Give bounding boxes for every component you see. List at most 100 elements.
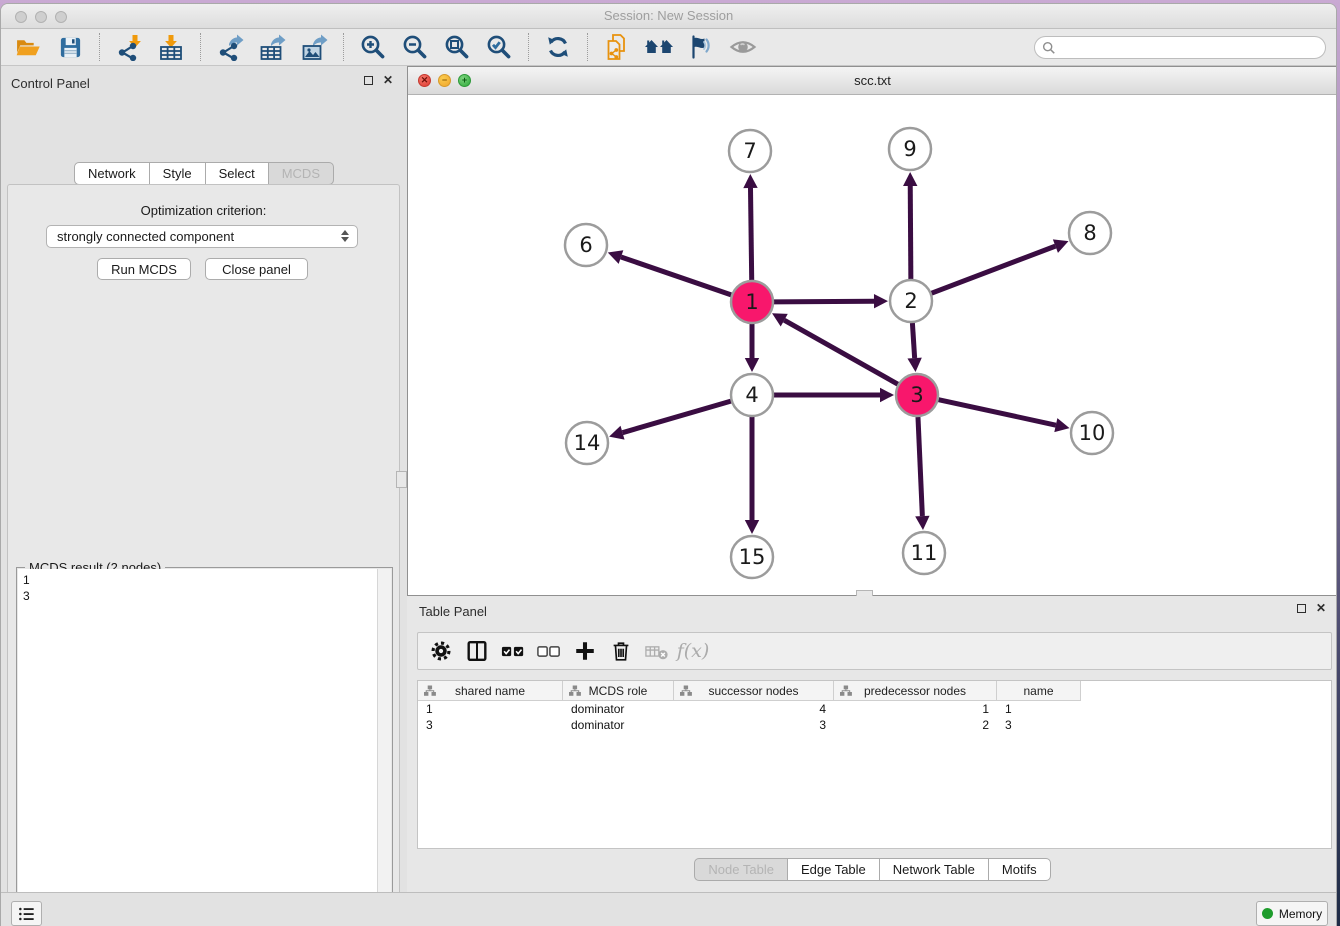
select-stepper-icon	[341, 230, 349, 242]
task-history-button[interactable]	[11, 901, 42, 926]
close-table-panel-icon[interactable]: ✕	[1316, 603, 1326, 613]
table-header-row: shared name MCDS role successor nodes pr…	[418, 681, 1331, 701]
column-type-icon	[840, 685, 852, 697]
graph-node-label: 9	[903, 137, 916, 161]
cell-successor-nodes[interactable]: 3	[674, 717, 834, 733]
float-panel-icon[interactable]	[364, 76, 373, 85]
mcds-result-box: MCDS result (2 nodes) 1 3	[16, 567, 393, 926]
toggle-graphics-details-icon[interactable]	[684, 31, 718, 63]
graph-edge[interactable]	[912, 323, 914, 358]
control-panel-title: Control Panel	[11, 76, 90, 91]
toolbar-separator	[99, 33, 100, 61]
result-scrollbar[interactable]	[377, 569, 391, 926]
save-session-icon[interactable]	[53, 31, 87, 63]
import-network-icon[interactable]	[112, 31, 146, 63]
column-type-icon	[680, 685, 692, 697]
graph-edge[interactable]	[918, 417, 922, 516]
unselect-all-columns-icon[interactable]	[534, 636, 564, 666]
search-input[interactable]	[1056, 39, 1325, 57]
close-panel-icon[interactable]: ✕	[383, 75, 393, 85]
tab-motifs[interactable]: Motifs	[988, 858, 1051, 881]
open-session-icon[interactable]	[11, 31, 45, 63]
tab-mcds[interactable]: MCDS	[268, 162, 334, 185]
graph-edge[interactable]	[784, 320, 898, 384]
graph-node-label: 2	[904, 289, 917, 313]
graph-edge[interactable]	[938, 400, 1055, 425]
memory-button[interactable]: Memory	[1256, 901, 1328, 926]
criterion-select[interactable]: strongly connected component	[46, 225, 358, 248]
toolbar-separator	[200, 33, 201, 61]
graph-edge[interactable]	[623, 401, 731, 433]
cell-name[interactable]: 3	[997, 717, 1081, 733]
cyndex-home-icon[interactable]	[642, 31, 676, 63]
criterion-value: strongly connected component	[57, 229, 234, 244]
graph-edge-arrowhead	[874, 294, 888, 308]
open-network-from-ndex-icon[interactable]	[600, 31, 634, 63]
table-row[interactable]: 3 dominator 3 2 3	[418, 717, 1331, 733]
cell-name[interactable]: 1	[997, 701, 1081, 717]
cell-mcds-role[interactable]: dominator	[563, 701, 674, 717]
zoom-fit-icon[interactable]	[440, 31, 474, 63]
column-layout-icon[interactable]	[462, 636, 492, 666]
export-table-icon[interactable]	[255, 31, 289, 63]
column-header-name[interactable]: name	[997, 681, 1081, 701]
tab-network[interactable]: Network	[74, 162, 150, 185]
table-panel-title: Table Panel	[419, 604, 487, 619]
cell-predecessor-nodes[interactable]: 1	[834, 701, 997, 717]
graph-edge[interactable]	[774, 301, 874, 302]
status-bar: Memory	[1, 892, 1336, 926]
select-all-columns-icon[interactable]	[498, 636, 528, 666]
close-panel-button[interactable]: Close panel	[205, 258, 308, 280]
network-title: scc.txt	[408, 73, 1337, 88]
graph-edge[interactable]	[910, 186, 911, 279]
tab-edge-table[interactable]: Edge Table	[787, 858, 880, 881]
import-table-icon[interactable]	[154, 31, 188, 63]
graph-edge[interactable]	[750, 188, 751, 280]
cell-predecessor-nodes[interactable]: 2	[834, 717, 997, 733]
toolbar-separator	[343, 33, 344, 61]
refresh-icon[interactable]	[541, 31, 575, 63]
cell-mcds-role[interactable]: dominator	[563, 717, 674, 733]
network-graph[interactable]: 7968124314101511	[408, 95, 1337, 595]
graph-edge-arrowhead	[903, 172, 917, 186]
create-column-icon[interactable]	[570, 636, 600, 666]
tab-network-table[interactable]: Network Table	[879, 858, 989, 881]
column-header-successor-nodes[interactable]: successor nodes	[674, 681, 834, 701]
graph-edge[interactable]	[621, 257, 731, 295]
search-box[interactable]	[1034, 36, 1326, 59]
float-table-panel-icon[interactable]	[1297, 604, 1306, 613]
graph-edge-arrowhead	[1054, 418, 1069, 432]
column-header-mcds-role[interactable]: MCDS role	[563, 681, 674, 701]
graph-edge[interactable]	[932, 246, 1056, 293]
cell-shared-name[interactable]: 1	[418, 701, 563, 717]
delete-column-icon[interactable]	[606, 636, 636, 666]
table-panel: Table Panel ✕	[407, 596, 1337, 892]
column-header-shared-name[interactable]: shared name	[418, 681, 563, 701]
export-image-icon[interactable]	[297, 31, 331, 63]
screen: Session: New Session	[0, 0, 1340, 926]
mcds-result-area[interactable]: 1 3	[18, 569, 391, 926]
graph-node-label: 15	[739, 545, 766, 569]
network-frame-titlebar[interactable]: ✕ − + scc.txt	[408, 67, 1337, 95]
cell-successor-nodes[interactable]: 4	[674, 701, 834, 717]
vertical-splitter-handle[interactable]	[396, 471, 407, 488]
zoom-out-icon[interactable]	[398, 31, 432, 63]
table-settings-gear-icon[interactable]	[426, 636, 456, 666]
tab-select[interactable]: Select	[205, 162, 269, 185]
node-table[interactable]: shared name MCDS role successor nodes pr…	[417, 680, 1332, 849]
list-icon	[17, 904, 37, 924]
run-mcds-button[interactable]: Run MCDS	[97, 258, 191, 280]
zoom-in-icon[interactable]	[356, 31, 390, 63]
toolbar-separator	[528, 33, 529, 61]
tab-style[interactable]: Style	[149, 162, 206, 185]
graph-node-label: 7	[743, 139, 756, 163]
export-network-icon[interactable]	[213, 31, 247, 63]
show-hide-eye-icon	[726, 31, 760, 63]
network-canvas[interactable]: 7968124314101511	[408, 95, 1337, 595]
column-header-predecessor-nodes[interactable]: predecessor nodes	[834, 681, 997, 701]
tab-node-table[interactable]: Node Table	[694, 858, 788, 881]
cell-shared-name[interactable]: 3	[418, 717, 563, 733]
table-row[interactable]: 1 dominator 4 1 1	[418, 701, 1331, 717]
zoom-selected-icon[interactable]	[482, 31, 516, 63]
graph-edge-arrowhead	[743, 174, 757, 188]
